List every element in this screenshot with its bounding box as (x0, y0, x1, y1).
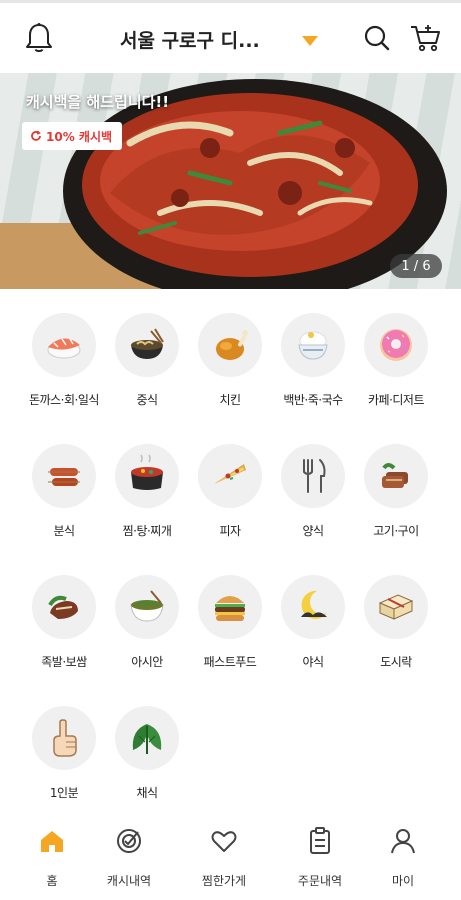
category-item[interactable]: 피자 (184, 444, 276, 554)
category-item[interactable]: 족발·보쌈 (18, 575, 110, 685)
banner-page-indicator: 1 / 6 (390, 254, 442, 278)
bottom-navigation: 홈 캐시내역 찜한가게 주문내역 마이 (0, 818, 461, 900)
category-label: 고기·구이 (373, 524, 419, 538)
category-item[interactable]: 채식 (101, 706, 193, 816)
location-text: 서울 구로구 디... (120, 29, 260, 52)
nav-cash-history[interactable]: 캐시내역 (83, 826, 175, 889)
category-item[interactable]: 분식 (18, 444, 110, 554)
noodle-bowl-icon (115, 313, 179, 377)
pizza-icon (198, 444, 262, 508)
nav-favorites[interactable]: 찜한가게 (178, 826, 270, 889)
rice-bowl-icon (281, 313, 345, 377)
category-label: 패스트푸드 (203, 655, 257, 669)
moon-icon (281, 575, 345, 639)
category-label: 아시안 (131, 655, 163, 669)
location-selector[interactable]: 서울 구로구 디... (120, 23, 330, 55)
search-icon[interactable] (360, 21, 394, 55)
nav-label: 캐시내역 (106, 874, 152, 888)
sausage-icon (32, 444, 96, 508)
category-item[interactable]: 1인분 (18, 706, 110, 816)
category-item[interactable]: 패스트푸드 (184, 575, 276, 685)
category-item[interactable]: 중식 (101, 313, 193, 423)
burger-icon (198, 575, 262, 639)
category-item[interactable]: 카페·디저트 (350, 313, 442, 423)
one-finger-icon (32, 706, 96, 770)
nav-label: 홈 (46, 874, 58, 888)
cart-icon[interactable] (408, 21, 442, 55)
banner-headline: 캐시백을 해드립니다!! (26, 93, 170, 111)
category-item[interactable]: 양식 (267, 444, 359, 554)
home-icon (37, 826, 67, 856)
category-item[interactable]: 돈까스·회·일식 (18, 313, 110, 423)
stew-pot-icon (115, 444, 179, 508)
chicken-icon (198, 313, 262, 377)
meat-icon (364, 444, 428, 508)
category-item[interactable]: 치킨 (184, 313, 276, 423)
category-label: 분식 (53, 524, 75, 538)
nav-my[interactable]: 마이 (357, 826, 449, 889)
category-label: 양식 (302, 524, 324, 538)
nav-label: 마이 (391, 874, 415, 888)
pork-icon (32, 575, 96, 639)
category-item[interactable]: 야식 (267, 575, 359, 685)
category-label: 족발·보쌈 (41, 655, 87, 669)
heart-icon (209, 826, 239, 856)
promo-banner[interactable]: 캐시백을 해드립니다!! 10% 캐시백 1 / 6 (0, 73, 461, 289)
nav-label: 주문내역 (297, 874, 343, 888)
nav-orders[interactable]: 주문내역 (274, 826, 366, 889)
app-header: 서울 구로구 디... (0, 3, 461, 73)
user-icon (388, 826, 418, 856)
chevron-down-icon (302, 36, 318, 46)
donut-icon (364, 313, 428, 377)
category-item[interactable]: 찜·탕·찌개 (101, 444, 193, 554)
cashback-badge-text: 10% 캐시백 (46, 129, 113, 144)
asian-bowl-icon (115, 575, 179, 639)
cash-history-icon (114, 826, 144, 856)
cashback-badge: 10% 캐시백 (22, 122, 123, 150)
category-label: 1인분 (49, 786, 79, 800)
fork-knife-icon (281, 444, 345, 508)
category-label: 치킨 (219, 393, 241, 407)
category-label: 도시락 (380, 655, 412, 669)
category-item[interactable]: 백반·죽·국수 (267, 313, 359, 423)
lunchbox-icon (364, 575, 428, 639)
nav-label: 찜한가게 (201, 874, 247, 888)
category-item[interactable]: 고기·구이 (350, 444, 442, 554)
category-label: 백반·죽·국수 (283, 393, 343, 407)
order-list-icon (305, 826, 335, 856)
category-label: 피자 (219, 524, 241, 538)
category-item[interactable]: 도시락 (350, 575, 442, 685)
category-label: 채식 (136, 786, 158, 800)
refresh-icon (31, 130, 41, 141)
category-label: 야식 (302, 655, 324, 669)
leaf-icon (115, 706, 179, 770)
bell-icon[interactable] (22, 21, 56, 55)
sushi-icon (32, 313, 96, 377)
category-label: 찜·탕·찌개 (122, 524, 172, 538)
category-label: 중식 (136, 393, 158, 407)
category-label: 돈까스·회·일식 (29, 393, 99, 407)
category-item[interactable]: 아시안 (101, 575, 193, 685)
category-label: 카페·디저트 (367, 393, 425, 407)
